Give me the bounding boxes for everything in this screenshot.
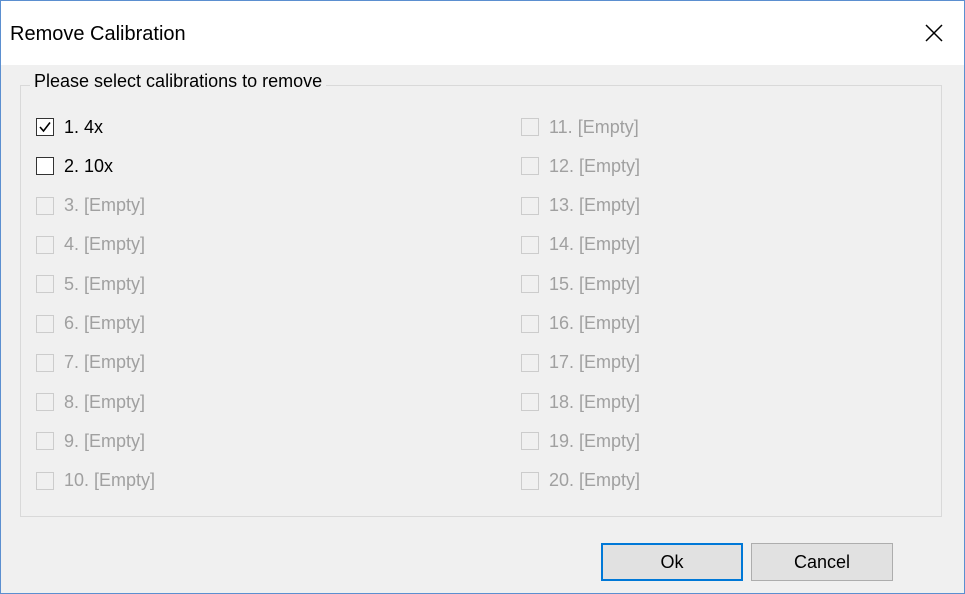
calibration-checkbox	[521, 393, 539, 412]
calibration-label: 1. 4x	[64, 116, 104, 137]
calibration-item: 15. [Empty]	[521, 271, 640, 297]
calibration-label: 6. [Empty]	[64, 313, 146, 333]
calibration-item[interactable]: 1. 4x	[36, 114, 103, 140]
calibration-checkbox	[36, 471, 54, 490]
calibration-label: 15. [Empty]	[549, 273, 641, 294]
calibration-label: 20. [Empty]	[549, 470, 641, 491]
calibration-checkbox	[36, 393, 54, 412]
calibration-checkbox	[36, 235, 54, 254]
calibration-label: 7. [Empty]	[64, 352, 146, 373]
ok-button[interactable]: Ok	[601, 543, 743, 581]
calibration-item: 5. [Empty]	[36, 271, 145, 297]
groupbox-label: Please select calibrations to remove	[30, 71, 327, 92]
calibration-item: 18. [Empty]	[521, 389, 640, 415]
calibration-label: 19. [Empty]	[549, 430, 641, 451]
calibration-item: 12. [Empty]	[521, 153, 640, 179]
calibration-checkbox	[521, 157, 539, 176]
cancel-button[interactable]: Cancel	[751, 543, 893, 581]
calibration-checkbox	[521, 314, 539, 333]
calibration-item: 11. [Empty]	[521, 114, 639, 140]
calibration-label: 18. [Empty]	[549, 391, 641, 412]
calibration-label: 16. [Empty]	[549, 313, 641, 333]
close-button[interactable]	[904, 1, 964, 65]
calibration-item: 19. [Empty]	[521, 428, 640, 454]
calibration-label: 8. [Empty]	[64, 391, 146, 412]
close-icon	[925, 24, 943, 42]
calibration-checkbox	[521, 471, 539, 490]
calibration-label: 17. [Empty]	[549, 352, 641, 373]
calibration-item: 13. [Empty]	[521, 193, 640, 219]
calibration-checkbox[interactable]	[36, 157, 54, 176]
calibration-label: 12. [Empty]	[549, 155, 641, 176]
title-bar: Remove Calibration	[1, 1, 964, 65]
calibration-item: 3. [Empty]	[36, 193, 145, 219]
calibration-label: 4. [Empty]	[64, 234, 146, 255]
calibration-item: 17. [Empty]	[521, 350, 640, 376]
calibration-checkbox	[521, 275, 539, 294]
remove-calibration-dialog: Remove Calibration Please select calibra…	[0, 0, 965, 594]
calibration-label: 13. [Empty]	[549, 195, 641, 216]
calibration-checkbox	[521, 196, 539, 215]
calibration-label: 9. [Empty]	[64, 430, 146, 451]
calibration-checkbox	[521, 118, 539, 136]
calibration-checkbox[interactable]	[36, 118, 54, 136]
calibration-item: 9. [Empty]	[36, 428, 145, 454]
calibration-checkbox	[521, 432, 539, 451]
calibration-item: 4. [Empty]	[36, 232, 145, 258]
calibration-item: 8. [Empty]	[36, 389, 145, 415]
calibration-checkbox	[521, 353, 539, 372]
calibration-item: 7. [Empty]	[36, 350, 145, 376]
calibration-checkbox	[521, 235, 539, 254]
calibration-label: 14. [Empty]	[549, 234, 641, 255]
calibration-checkbox	[36, 314, 54, 333]
calibration-item[interactable]: 2. 10x	[36, 153, 113, 179]
calibration-item: 14. [Empty]	[521, 232, 640, 258]
calibration-item: 16. [Empty]	[521, 311, 640, 337]
calibration-item: 6. [Empty]	[36, 311, 145, 337]
calibrations-groupbox	[20, 85, 942, 517]
calibration-item: 10. [Empty]	[36, 468, 155, 494]
calibration-label: 5. [Empty]	[64, 273, 146, 294]
calibration-checkbox	[36, 275, 54, 294]
calibration-label: 2. 10x	[64, 155, 114, 176]
dialog-title: Remove Calibration	[10, 23, 186, 45]
calibration-label: 3. [Empty]	[64, 195, 146, 216]
checkmark-icon	[38, 120, 52, 134]
calibration-checkbox	[36, 196, 54, 215]
calibration-label: 11. [Empty]	[549, 116, 639, 137]
calibration-checkbox	[36, 432, 54, 451]
calibration-label: 10. [Empty]	[64, 470, 156, 491]
calibration-checkbox	[36, 353, 54, 372]
calibration-item: 20. [Empty]	[521, 468, 640, 494]
